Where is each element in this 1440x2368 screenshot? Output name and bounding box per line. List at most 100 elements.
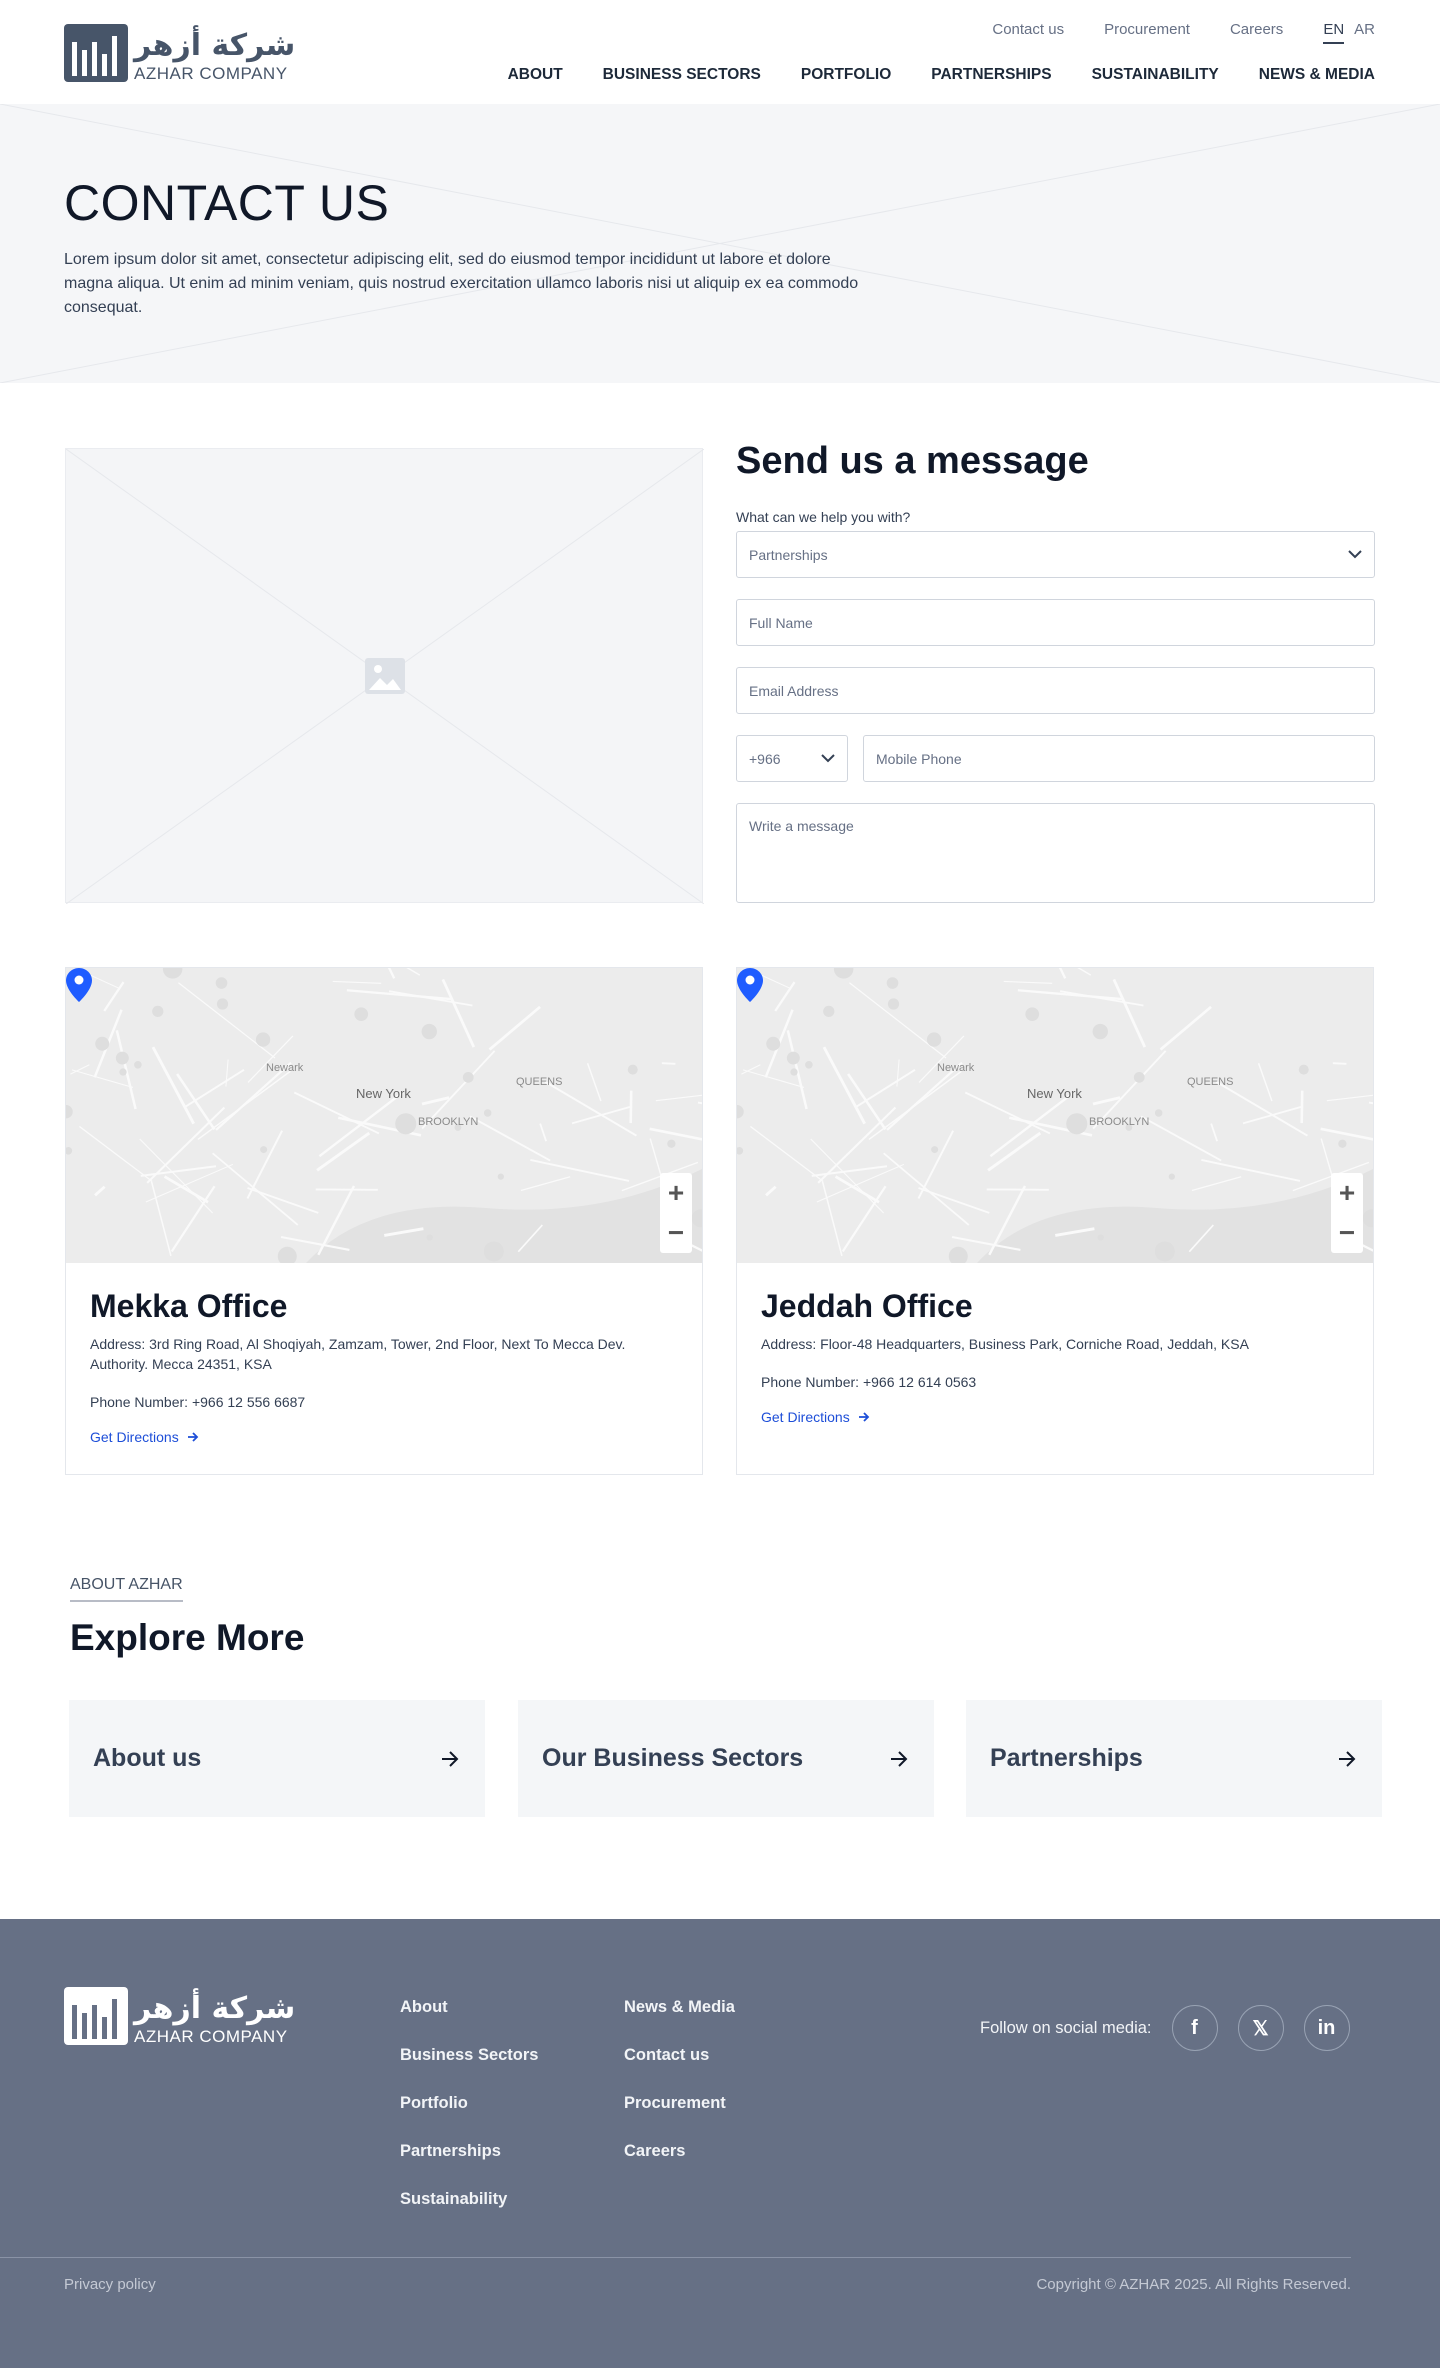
footer-link-procurement[interactable]: Procurement [624, 2094, 726, 2113]
explore-card-label: About us [93, 1744, 202, 1772]
footer-link-portfolio[interactable]: Portfolio [400, 2094, 468, 2113]
message-placeholder: Write a message [749, 818, 854, 834]
logo-mark-icon [64, 24, 128, 82]
arrow-right-icon [1339, 1750, 1356, 1767]
chevron-down-icon [821, 754, 835, 763]
image-icon [365, 658, 405, 694]
explore-card-partnerships[interactable]: Partnerships [966, 1700, 1382, 1817]
map-label: Newark [937, 1062, 975, 1074]
map-label: New York [356, 1086, 411, 1101]
logo[interactable]: شركة أزهر AZHAR COMPANY [64, 24, 295, 82]
zoom-in-button[interactable]: + [1339, 1177, 1355, 1209]
social-links: Follow on social media: f 𝕏 in [980, 2005, 1350, 2051]
footer-logo[interactable]: شركة أزهر AZHAR COMPANY [64, 1987, 295, 2045]
chevron-down-icon [1348, 550, 1362, 559]
map-label: QUEENS [516, 1076, 563, 1088]
explore-card-business-sectors[interactable]: Our Business Sectors [518, 1700, 934, 1817]
form-title: Send us a message [736, 440, 1089, 482]
office-phone: Phone Number: +966 12 614 0563 [761, 1374, 977, 1390]
footer: شركة أزهر AZHAR COMPANY About Business S… [0, 1919, 1440, 2368]
footer-link-business-sectors[interactable]: Business Sectors [400, 2046, 538, 2065]
email-input[interactable]: Email Address [736, 667, 1375, 714]
explore-card-label: Our Business Sectors [542, 1744, 804, 1772]
map-pin-icon [66, 968, 92, 1002]
copyright: Copyright © AZHAR 2025. All Rights Reser… [1036, 2276, 1351, 2293]
map-label: Newark [266, 1062, 304, 1074]
nav-partnerships[interactable]: PARTNERSHIPS [931, 66, 1051, 84]
map-zoom-control: + − [660, 1173, 692, 1253]
arrow-right-icon [858, 1412, 869, 1422]
map-label: BROOKLYN [418, 1116, 479, 1128]
zoom-in-button[interactable]: + [668, 1177, 684, 1209]
image-placeholder [65, 448, 704, 904]
page-title: CONTACT US [64, 175, 390, 231]
footer-link-careers[interactable]: Careers [624, 2142, 685, 2161]
mobile-placeholder: Mobile Phone [876, 750, 962, 767]
get-directions-link[interactable]: Get Directions [761, 1409, 870, 1425]
nav-business-sectors[interactable]: BUSINESS SECTORS [603, 66, 761, 84]
zoom-out-button[interactable]: − [668, 1217, 684, 1249]
x-twitter-icon[interactable]: 𝕏 [1237, 2005, 1284, 2051]
explore-card-label: Partnerships [990, 1744, 1143, 1772]
office-card-jeddah: Newark New York BROOKLYN QUEENS + − Jedd… [736, 967, 1374, 1475]
map-label: QUEENS [1187, 1076, 1234, 1088]
logo-mark-icon [64, 1987, 128, 2045]
country-code-select[interactable]: +966 [736, 735, 848, 782]
map-pin-icon [737, 968, 763, 1002]
logo-english: AZHAR COMPANY [134, 2027, 288, 2046]
footer-link-sustainability[interactable]: Sustainability [400, 2190, 507, 2209]
privacy-policy-link[interactable]: Privacy policy [64, 2276, 156, 2293]
social-label: Follow on social media: [980, 2018, 1152, 2037]
footer-link-news-media[interactable]: News & Media [624, 1998, 735, 2017]
office-map[interactable]: Newark New York BROOKLYN QUEENS + − [66, 968, 702, 1263]
explore-card-about[interactable]: About us [69, 1700, 485, 1817]
top-link-procurement[interactable]: Procurement [1104, 21, 1190, 44]
linkedin-icon[interactable]: in [1303, 2005, 1350, 2051]
zoom-out-button[interactable]: − [1339, 1217, 1355, 1249]
office-map[interactable]: Newark New York BROOKLYN QUEENS + − [737, 968, 1373, 1263]
top-link-careers[interactable]: Careers [1230, 21, 1283, 44]
hero-description: Lorem ipsum dolor sit amet, consectetur … [64, 251, 859, 316]
footer-link-contact[interactable]: Contact us [624, 2046, 709, 2065]
footer-link-partnerships[interactable]: Partnerships [400, 2142, 501, 2161]
help-select[interactable]: Partnerships [736, 531, 1375, 578]
utility-nav: Contact us Procurement Careers EN AR [992, 21, 1375, 44]
explore-title: Explore More [70, 1617, 305, 1658]
footer-link-about[interactable]: About [400, 1998, 448, 2017]
arrow-right-icon [442, 1750, 459, 1767]
arrow-right-icon [187, 1432, 198, 1442]
lang-en[interactable]: EN [1323, 21, 1345, 44]
language-switcher: EN AR [1323, 21, 1375, 44]
map-label: BROOKLYN [1089, 1116, 1150, 1128]
get-directions-label: Get Directions [761, 1409, 850, 1425]
help-label: What can we help you with? [736, 509, 911, 525]
hero-placeholder-lines [0, 104, 1440, 383]
full-name-input[interactable]: Full Name [736, 599, 1375, 646]
map-label: New York [1027, 1086, 1082, 1101]
map-zoom-control: + − [1331, 1173, 1363, 1253]
get-directions-label: Get Directions [90, 1429, 179, 1445]
top-link-contact[interactable]: Contact us [992, 21, 1064, 44]
office-card-mekka: Newark New York BROOKLYN QUEENS + − Mekk… [65, 967, 703, 1475]
office-phone: Phone Number: +966 12 556 6687 [90, 1394, 306, 1410]
office-address: Address: 3rd Ring Road, Al Shoqiyah, Zam… [90, 1336, 626, 1372]
message-textarea[interactable]: Write a message [736, 803, 1375, 903]
office-address: Address: Floor-48 Headquarters, Business… [761, 1336, 1249, 1352]
mobile-input[interactable]: Mobile Phone [863, 735, 1375, 782]
office-name: Mekka Office [90, 1288, 288, 1324]
nav-portfolio[interactable]: PORTFOLIO [801, 66, 891, 84]
help-select-value: Partnerships [749, 546, 828, 563]
hero: CONTACT US Lorem ipsum dolor sit amet, c… [0, 104, 1440, 383]
facebook-icon[interactable]: f [1171, 2005, 1218, 2051]
nav-news-media[interactable]: NEWS & MEDIA [1259, 66, 1375, 84]
country-code-value: +966 [749, 750, 781, 767]
main-nav: ABOUT BUSINESS SECTORS PORTFOLIO PARTNER… [508, 66, 1375, 84]
nav-about[interactable]: ABOUT [508, 66, 563, 84]
nav-sustainability[interactable]: SUSTAINABILITY [1092, 66, 1219, 84]
footer-divider [0, 2257, 1351, 2258]
get-directions-link[interactable]: Get Directions [90, 1429, 199, 1445]
office-name: Jeddah Office [761, 1288, 973, 1324]
lang-ar[interactable]: AR [1354, 21, 1375, 44]
section-eyebrow: ABOUT AZHAR [70, 1576, 183, 1602]
logo-arabic: شركة أزهر [134, 1991, 296, 2026]
